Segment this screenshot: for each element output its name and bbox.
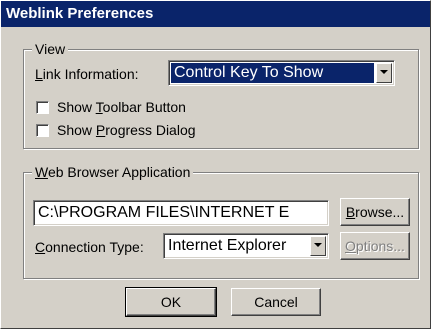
show-progress-dialog-label[interactable]: Show Progress Dialog [57,122,196,138]
browse-button[interactable]: Browse... [340,198,410,226]
connection-type-label: Connection Type: [35,239,144,255]
browse-button-label: Browse... [346,204,404,220]
view-group-legend: View [32,41,69,57]
web-browser-group-legend: Web Browser Application [32,164,194,180]
browse-label-text: rowse... [355,204,405,220]
cancel-button-label: Cancel [254,294,298,310]
chevron-down-icon [314,243,322,247]
browse-mnemonic: B [345,204,356,220]
web-browser-legend-text: eb Browser Application [47,164,191,180]
show-progress-mnemonic: P [95,122,106,138]
view-group: View Link Information: Control Key To Sh… [23,41,419,149]
show-toolbar-button-label[interactable]: Show Toolbar Button [57,99,186,115]
web-browser-application-group: Web Browser Application C:\PROGRAM FILES… [23,164,419,279]
dialog-title: Weblink Preferences [6,5,154,22]
link-information-select[interactable]: Control Key To Show [168,60,395,86]
weblink-preferences-dialog: Weblink Preferences View Link Informatio… [0,0,431,329]
link-information-mnemonic: L [35,66,43,82]
options-mnemonic: O [345,238,356,254]
link-information-value: Control Key To Show [171,63,374,83]
show-toolbar-button-checkbox[interactable] [36,101,49,114]
options-button[interactable]: Options... [340,232,410,260]
ok-button-label: OK [160,294,182,310]
options-button-label: Options... [345,238,405,254]
show-progress-prefix: Show [57,122,96,138]
link-information-dropdown-button[interactable] [376,63,392,83]
show-toolbar-rest: oolbar Button [102,99,186,115]
show-toolbar-prefix: Show [57,99,96,115]
web-browser-mnemonic: W [35,164,48,180]
show-progress-dialog-checkbox[interactable] [36,124,49,137]
chevron-down-icon [380,70,388,74]
link-information-label: Link Information: [35,66,139,82]
connection-type-select[interactable]: Internet Explorer [163,233,329,259]
connection-mnemonic: C [35,239,46,255]
connection-label-text: onnection Type: [45,239,144,255]
browser-path-value: C:\PROGRAM FILES\INTERNET E [38,204,290,221]
show-toolbar-mnemonic: T [95,99,103,115]
title-bar[interactable]: Weblink Preferences [1,1,430,27]
link-information-label-text: ink Information: [42,66,139,82]
ok-button[interactable]: OK [125,287,217,317]
cancel-button[interactable]: Cancel [231,288,321,316]
connection-type-value: Internet Explorer [168,237,287,254]
options-label-text: ptions... [355,238,405,254]
browser-path-input[interactable]: C:\PROGRAM FILES\INTERNET E [33,200,329,226]
connection-type-dropdown-button[interactable] [310,236,326,256]
show-progress-rest: rogress Dialog [105,122,196,138]
